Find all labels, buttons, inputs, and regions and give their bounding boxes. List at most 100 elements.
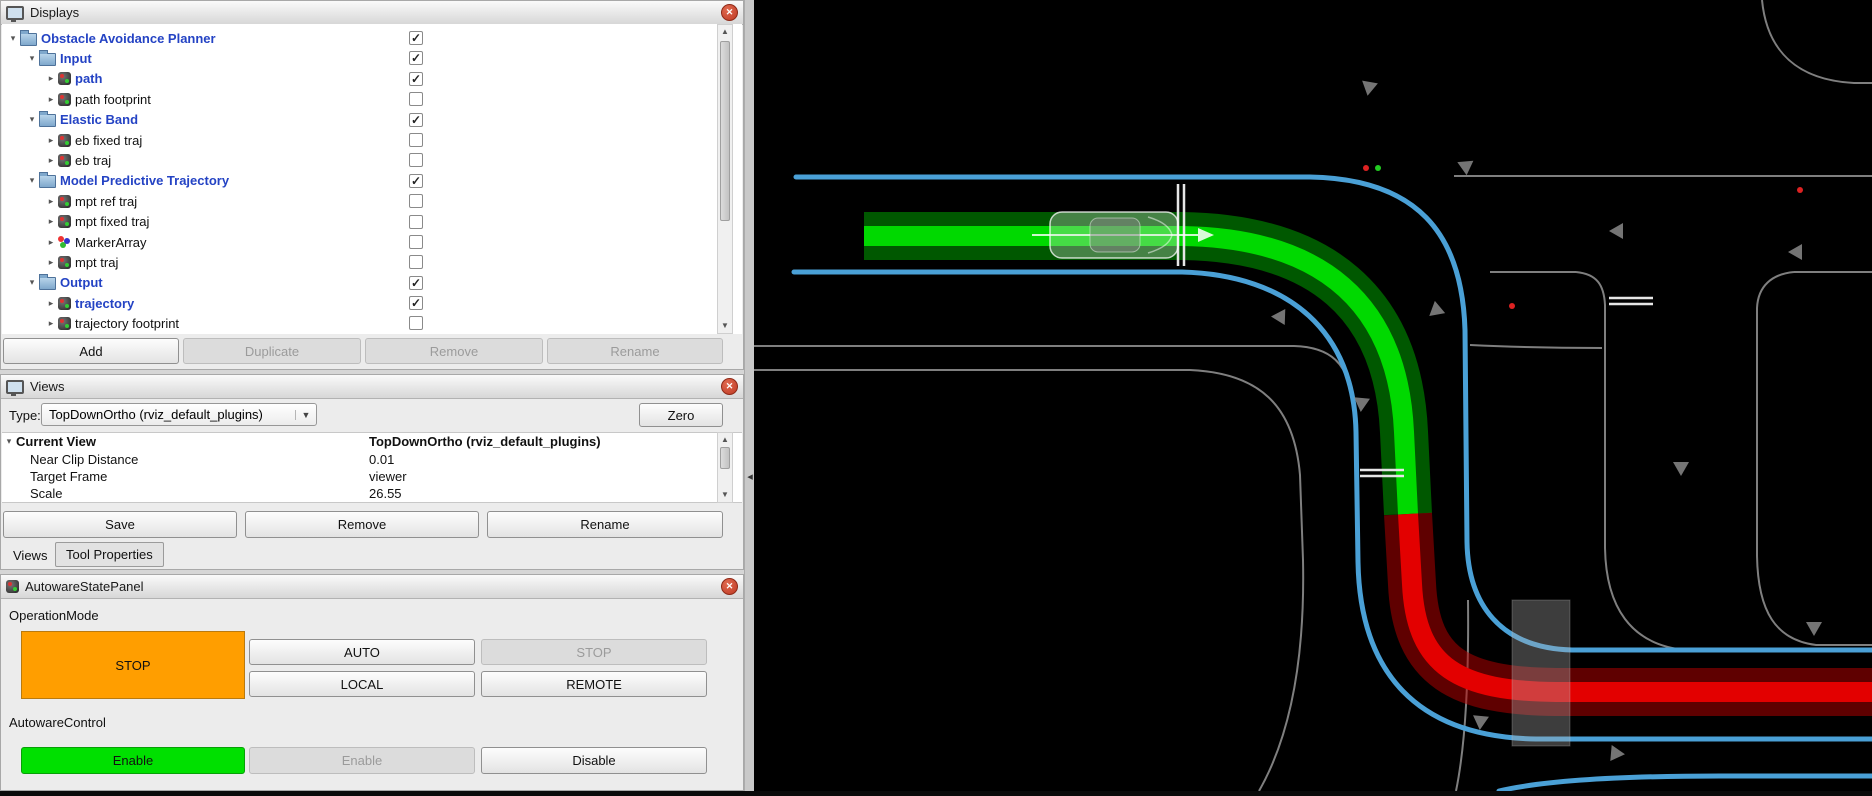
expander-closed-icon[interactable]: ▸: [44, 298, 58, 309]
display-tree-row[interactable]: ▸path footprint: [2, 89, 742, 109]
display-tree-row[interactable]: ▸mpt traj: [2, 252, 742, 272]
save-button[interactable]: Save: [3, 511, 237, 538]
visibility-checkbox[interactable]: [409, 255, 423, 269]
expander-open-icon[interactable]: ▾: [25, 114, 39, 125]
expander-closed-icon[interactable]: ▸: [44, 237, 58, 248]
remove-button[interactable]: Remove: [365, 338, 543, 364]
expander-closed-icon[interactable]: ▸: [44, 196, 58, 207]
scroll-thumb[interactable]: [720, 41, 730, 221]
views-scrollbar[interactable]: ▲ ▼: [717, 432, 733, 503]
state-titlebar[interactable]: AutowareStatePanel: [1, 575, 743, 599]
rename-button[interactable]: Rename: [547, 338, 723, 364]
remove-view-button[interactable]: Remove: [245, 511, 479, 538]
visibility-checkbox[interactable]: [409, 51, 423, 65]
chevron-down-icon[interactable]: ▼: [295, 410, 316, 420]
expander-open-icon[interactable]: ▾: [2, 436, 16, 447]
display-tree-row[interactable]: ▸trajectory footprint: [2, 313, 742, 333]
scroll-up-icon[interactable]: ▲: [718, 25, 732, 39]
property-row[interactable]: Target Frame viewer: [2, 468, 742, 485]
visibility-checkbox[interactable]: [409, 316, 423, 330]
scroll-up-icon[interactable]: ▲: [718, 433, 732, 447]
display-name: mpt fixed traj: [75, 214, 149, 229]
displays-titlebar[interactable]: Displays: [1, 1, 743, 25]
operation-mode-label: OperationMode: [9, 608, 99, 623]
stop-button[interactable]: STOP: [481, 639, 707, 665]
visibility-checkbox[interactable]: [409, 174, 423, 188]
property-name: Target Frame: [30, 469, 107, 484]
visibility-checkbox[interactable]: [409, 235, 423, 249]
local-button[interactable]: LOCAL: [249, 671, 475, 697]
visibility-checkbox[interactable]: [409, 194, 423, 208]
display-name: Output: [60, 275, 103, 290]
expander-closed-icon[interactable]: ▸: [44, 257, 58, 268]
display-tree-row[interactable]: ▾ Output: [2, 273, 742, 293]
display-tree-row[interactable]: ▸ mpt fixed traj: [2, 212, 742, 232]
views-titlebar[interactable]: Views: [1, 375, 743, 399]
display-tree-row[interactable]: ▸eb fixed traj: [2, 130, 742, 150]
visibility-checkbox[interactable]: [409, 72, 423, 86]
stop-state-button[interactable]: STOP: [21, 631, 245, 699]
tab-views[interactable]: Views: [3, 544, 57, 567]
visibility-checkbox[interactable]: [409, 215, 423, 229]
view-type-combobox[interactable]: TopDownOrtho (rviz_default_plugins) ▼: [41, 403, 317, 426]
tab-tool-properties[interactable]: Tool Properties: [55, 542, 164, 567]
property-row[interactable]: Scale26.55: [2, 485, 742, 502]
display-tree-row[interactable]: ▸path: [2, 69, 742, 89]
scroll-thumb[interactable]: [720, 447, 730, 469]
display-tree-row[interactable]: ▾Elastic Band: [2, 110, 742, 130]
display-tree-row[interactable]: ▸MarkerArray: [2, 232, 742, 252]
display-tree-row[interactable]: ▾Input: [2, 48, 742, 68]
display-tree-row[interactable]: ▸trajectory: [2, 293, 742, 313]
add-button[interactable]: Add: [3, 338, 179, 364]
property-value[interactable]: viewer: [369, 469, 407, 484]
property-value[interactable]: 0.01: [369, 452, 394, 467]
duplicate-button[interactable]: Duplicate: [183, 338, 361, 364]
property-row[interactable]: Near Clip Distance0.01: [2, 450, 742, 467]
expander-closed-icon[interactable]: ▸: [44, 73, 58, 84]
expander-closed-icon[interactable]: ▸: [44, 318, 58, 329]
enable-button[interactable]: Enable: [249, 747, 475, 774]
visibility-checkbox[interactable]: [409, 276, 423, 290]
expander-closed-icon[interactable]: ▸: [44, 135, 58, 146]
visibility-checkbox[interactable]: [409, 92, 423, 106]
enable-state-button[interactable]: Enable: [21, 747, 245, 774]
expander-open-icon[interactable]: ▾: [25, 175, 39, 186]
property-value[interactable]: TopDownOrtho (rviz_default_plugins): [369, 434, 601, 449]
rename-view-button[interactable]: Rename: [487, 511, 723, 538]
zero-button[interactable]: Zero: [639, 403, 723, 427]
expander-open-icon[interactable]: ▾: [6, 33, 20, 44]
display-icon: [58, 195, 71, 208]
scroll-down-icon[interactable]: ▼: [718, 488, 732, 502]
expander-open-icon[interactable]: ▾: [25, 277, 39, 288]
visibility-checkbox[interactable]: [409, 31, 423, 45]
display-icon: [58, 72, 71, 85]
remote-button[interactable]: REMOTE: [481, 671, 707, 697]
visibility-checkbox[interactable]: [409, 133, 423, 147]
folder-icon: [39, 175, 56, 188]
expander-closed-icon[interactable]: ▸: [44, 216, 58, 227]
display-tree-row[interactable]: ▸eb traj: [2, 150, 742, 170]
property-row[interactable]: ▾Current View TopDownOrtho (rviz_default_…: [2, 433, 742, 450]
display-name: mpt ref traj: [75, 194, 137, 209]
display-tree-row[interactable]: ▸ mpt ref traj: [2, 191, 742, 211]
3d-viewport[interactable]: [754, 0, 1872, 791]
views-properties[interactable]: ▾Current View TopDownOrtho (rviz_default_…: [2, 432, 742, 503]
scroll-down-icon[interactable]: ▼: [718, 319, 732, 333]
auto-button[interactable]: AUTO: [249, 639, 475, 665]
close-icon[interactable]: [721, 378, 738, 395]
displays-scrollbar[interactable]: ▲ ▼: [717, 24, 733, 334]
display-tree-row[interactable]: ▾Model Predictive Trajectory: [2, 171, 742, 191]
close-icon[interactable]: [721, 4, 738, 21]
expander-closed-icon[interactable]: ▸: [44, 94, 58, 105]
displays-tree[interactable]: ▾Obstacle Avoidance Planner▾Input▸path▸p…: [2, 24, 742, 334]
expander-open-icon[interactable]: ▾: [25, 53, 39, 64]
expander-closed-icon[interactable]: ▸: [44, 155, 58, 166]
property-value[interactable]: 26.55: [369, 486, 402, 501]
display-tree-row[interactable]: ▾Obstacle Avoidance Planner: [2, 28, 742, 48]
visibility-checkbox[interactable]: [409, 153, 423, 167]
visibility-checkbox[interactable]: [409, 113, 423, 127]
disable-button[interactable]: Disable: [481, 747, 707, 774]
close-icon[interactable]: [721, 578, 738, 595]
property-name: Current View: [16, 434, 96, 449]
visibility-checkbox[interactable]: [409, 296, 423, 310]
